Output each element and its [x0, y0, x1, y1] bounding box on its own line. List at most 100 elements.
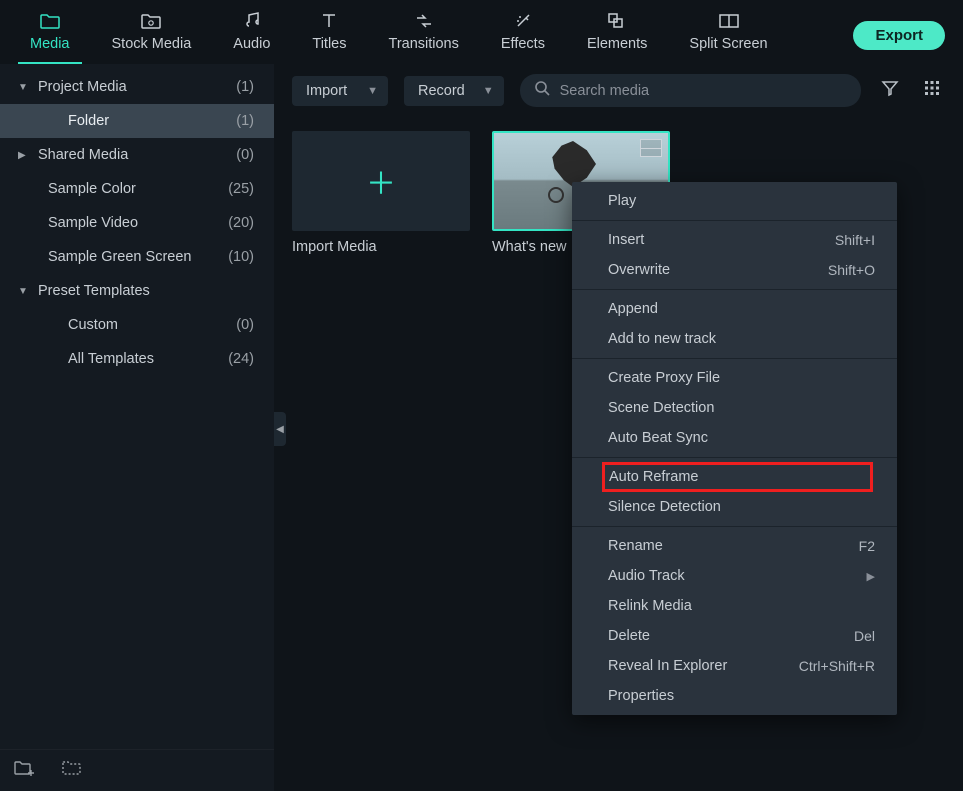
- tab-label: Stock Media: [112, 36, 192, 52]
- menu-separator: [572, 526, 897, 527]
- ctx-delete[interactable]: Delete Del: [572, 621, 897, 651]
- ctx-auto-reframe[interactable]: Auto Reframe: [609, 469, 866, 485]
- ctx-overwrite[interactable]: OverwriteShift+O: [572, 255, 897, 285]
- ctx-label: Delete: [608, 628, 650, 644]
- record-dropdown[interactable]: Record ▼: [404, 76, 504, 106]
- chevron-right-icon: ▶: [18, 150, 28, 161]
- ctx-shortcut: Shift+I: [835, 232, 875, 248]
- effects-icon: [514, 10, 532, 32]
- ctx-label: Auto Beat Sync: [608, 430, 708, 446]
- tree-count: (24): [228, 351, 254, 367]
- chevron-right-icon: ▶: [867, 570, 875, 583]
- tab-elements[interactable]: Elements: [575, 6, 659, 64]
- ctx-label: Properties: [608, 688, 674, 704]
- ctx-label: Rename: [608, 538, 663, 554]
- transitions-icon: [415, 10, 433, 32]
- plus-icon: ＋: [366, 159, 396, 203]
- ctx-rename[interactable]: RenameF2: [572, 531, 897, 561]
- import-dropdown[interactable]: Import ▼: [292, 76, 388, 106]
- ctx-label: Audio Track: [608, 568, 685, 584]
- ctx-relink-media[interactable]: Relink Media: [572, 591, 897, 621]
- tab-audio[interactable]: Audio: [221, 6, 282, 64]
- ctx-add-to-new-track[interactable]: Add to new track: [572, 324, 897, 354]
- tree-label: Sample Green Screen: [48, 249, 191, 265]
- tree-label: Sample Color: [48, 181, 136, 197]
- ctx-reveal-in-explorer[interactable]: Reveal In ExplorerCtrl+Shift+R: [572, 651, 897, 681]
- tab-transitions[interactable]: Transitions: [377, 6, 471, 64]
- ctx-label: Overwrite: [608, 262, 670, 278]
- tree-count: (0): [236, 317, 254, 333]
- ctx-insert[interactable]: InsertShift+I: [572, 225, 897, 255]
- split-screen-icon: [719, 10, 739, 32]
- grid-view-icon[interactable]: [919, 75, 945, 106]
- ctx-play[interactable]: Play: [572, 186, 897, 216]
- ctx-scene-detection[interactable]: Scene Detection: [572, 393, 897, 423]
- import-media-tile[interactable]: ＋ Import Media: [292, 131, 470, 255]
- ctx-create-proxy[interactable]: Create Proxy File: [572, 363, 897, 393]
- ctx-auto-beat-sync[interactable]: Auto Beat Sync: [572, 423, 897, 453]
- import-thumb[interactable]: ＋: [292, 131, 470, 231]
- tree-label: Preset Templates: [38, 283, 150, 299]
- chevron-down-icon: ▼: [18, 82, 28, 93]
- content-toolbar: Import ▼ Record ▼: [274, 64, 963, 117]
- sidebar-collapse-handle[interactable]: ◀: [274, 412, 286, 446]
- export-button[interactable]: Export: [853, 21, 945, 50]
- tree-preset-templates[interactable]: ▼ Preset Templates: [0, 274, 274, 308]
- tree-label: Project Media: [38, 79, 127, 95]
- new-folder-icon[interactable]: [14, 760, 34, 781]
- ctx-label: Play: [608, 193, 636, 209]
- tree-sample-color[interactable]: Sample Color (25): [0, 172, 274, 206]
- ctx-append[interactable]: Append: [572, 294, 897, 324]
- tree-custom[interactable]: Custom (0): [0, 308, 274, 342]
- ctx-shortcut: Del: [854, 628, 875, 644]
- search-input[interactable]: [560, 83, 847, 99]
- tree-label: Sample Video: [48, 215, 138, 231]
- elements-icon: [607, 10, 627, 32]
- ctx-silence-detection[interactable]: Silence Detection: [572, 492, 897, 522]
- thumbnail-graphic: [548, 187, 564, 203]
- tree-label: Folder: [68, 113, 109, 129]
- clip-badge-icon: [640, 139, 662, 157]
- ctx-label: Create Proxy File: [608, 370, 720, 386]
- filter-icon[interactable]: [877, 75, 903, 106]
- tab-stock-media[interactable]: Stock Media: [100, 6, 204, 64]
- menu-separator: [572, 358, 897, 359]
- tab-label: Split Screen: [689, 36, 767, 52]
- tree-shared-media[interactable]: ▶Shared Media (0): [0, 138, 274, 172]
- folder-icon: [40, 10, 60, 32]
- chevron-down-icon: ▼: [367, 85, 378, 97]
- tree-sample-video[interactable]: Sample Video (20): [0, 206, 274, 240]
- dropdown-label: Import: [306, 83, 347, 99]
- tab-label: Elements: [587, 36, 647, 52]
- ctx-audio-track[interactable]: Audio Track ▶: [572, 561, 897, 591]
- tree-sample-green-screen[interactable]: Sample Green Screen (10): [0, 240, 274, 274]
- ctx-label: Reveal In Explorer: [608, 658, 727, 674]
- menu-separator: [572, 457, 897, 458]
- ctx-label: Relink Media: [608, 598, 692, 614]
- tree-count: (10): [228, 249, 254, 265]
- chevron-down-icon: ▼: [18, 286, 28, 297]
- tab-split-screen[interactable]: Split Screen: [677, 6, 779, 64]
- tree-count: (1): [236, 113, 254, 129]
- tree-label: All Templates: [68, 351, 154, 367]
- ctx-label: Auto Reframe: [609, 469, 698, 485]
- folder-outline-icon[interactable]: [62, 760, 82, 781]
- tree-folder[interactable]: Folder (1): [0, 104, 274, 138]
- tab-label: Titles: [312, 36, 346, 52]
- tree-project-media[interactable]: ▼ Project Media (1): [0, 70, 274, 104]
- media-tree: ▼ Project Media (1) Folder (1) ▶Shared Me…: [0, 64, 274, 749]
- ctx-properties[interactable]: Properties: [572, 681, 897, 711]
- titles-icon: [320, 10, 338, 32]
- tab-effects[interactable]: Effects: [489, 6, 557, 64]
- tab-label: Transitions: [389, 36, 459, 52]
- search-icon: [534, 80, 550, 101]
- tab-media[interactable]: Media: [18, 6, 82, 64]
- ctx-label: Silence Detection: [608, 499, 721, 515]
- tree-count: (1): [236, 79, 254, 95]
- music-icon: [243, 10, 261, 32]
- tab-titles[interactable]: Titles: [300, 6, 358, 64]
- search-box[interactable]: [520, 74, 861, 107]
- tree-all-templates[interactable]: All Templates (24): [0, 342, 274, 376]
- tree-count: (20): [228, 215, 254, 231]
- ctx-label: Scene Detection: [608, 400, 714, 416]
